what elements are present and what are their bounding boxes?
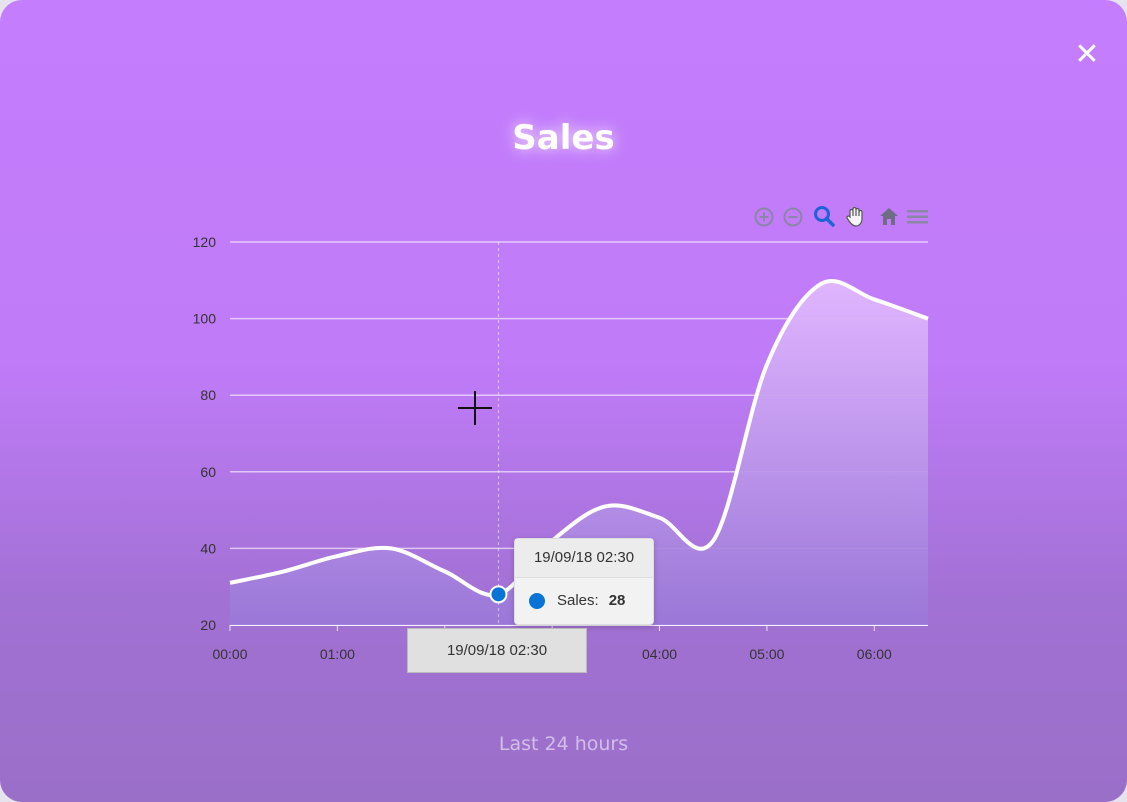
y-tick-label: 40 bbox=[200, 540, 216, 556]
pan-icon[interactable] bbox=[844, 203, 868, 229]
chart-modal: ✕ Sales 20406080100120 00:0001:0002:0003… bbox=[0, 0, 1127, 802]
series-color-marker bbox=[529, 593, 545, 610]
chart-svg[interactable]: 20406080100120 00:0001:0002:0003:0004:00… bbox=[0, 0, 1127, 802]
y-tick-label: 80 bbox=[200, 387, 216, 403]
y-axis: 20 40 60 80 100 120 bbox=[193, 234, 217, 633]
x-tick-label: 00:00 bbox=[212, 646, 247, 662]
x-axis-tooltip: 19/09/18 02:30 bbox=[407, 628, 587, 673]
zoom-out-icon[interactable] bbox=[781, 203, 805, 229]
y-tick-label: 20 bbox=[200, 617, 216, 633]
tooltip-value: 28 bbox=[608, 592, 626, 609]
tooltip-series-name: Sales: bbox=[557, 592, 599, 609]
x-tick-label: 06:00 bbox=[857, 646, 892, 662]
chart-subtitle: Last 24 hours bbox=[498, 733, 629, 755]
y-tick-label: 100 bbox=[193, 311, 217, 327]
menu-icon[interactable] bbox=[905, 203, 929, 229]
y-tick-label: 60 bbox=[200, 464, 216, 480]
data-tooltip: 19/09/18 02:30 Sales: 28 bbox=[514, 538, 654, 625]
crosshair-cursor-icon bbox=[458, 391, 492, 425]
x-tick-label: 01:00 bbox=[320, 646, 355, 662]
selection-zoom-icon[interactable] bbox=[812, 203, 836, 229]
x-tick-label: 04:00 bbox=[642, 646, 677, 662]
tooltip-title: 19/09/18 02:30 bbox=[515, 539, 653, 578]
hover-marker bbox=[489, 585, 508, 604]
tooltip-series-row: Sales: 28 bbox=[515, 578, 653, 624]
reset-home-icon[interactable] bbox=[877, 203, 901, 229]
zoom-in-icon[interactable] bbox=[752, 203, 776, 229]
y-tick-label: 120 bbox=[193, 234, 217, 250]
x-tick-label: 05:00 bbox=[749, 646, 784, 662]
